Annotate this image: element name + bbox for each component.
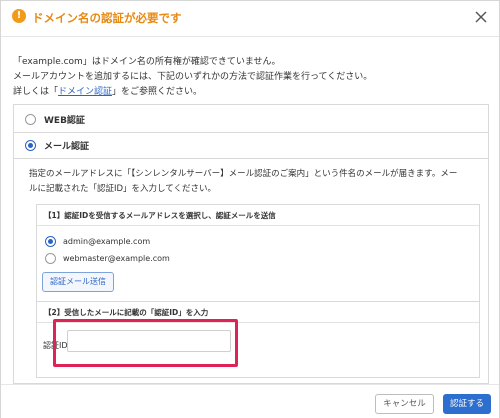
intro-line-2: メールアカウントを追加するには、下記のいずれかの方法で認証作業を行ってください。 [13,72,373,82]
mail-auth-label: メール認証 [44,142,90,152]
cancel-button[interactable]: キャンセル [375,394,434,414]
intro-line-3-suffix: 」をご参照ください。 [112,87,203,97]
web-auth-radio[interactable] [25,114,36,125]
web-auth-option: WEB認証 [13,104,489,133]
mail-auth-description-line-1: 指定のメールアドレスに「【シンレンタルサーバー】メール認証のご案内」という件名の… [29,169,458,179]
dialog-title: ドメイン名の認証が必要です [32,11,182,25]
address-radio-admin[interactable] [45,236,56,247]
mail-auth-option: メール認証 指定のメールアドレスに「【シンレンタルサーバー】メール認証のご案内」… [13,132,489,384]
mail-auth-radio-row[interactable]: メール認証 [14,133,488,159]
web-auth-radio-row[interactable]: WEB認証 [14,105,488,134]
auth-id-label: 認証ID [43,341,68,350]
mail-auth-description-line-2: ルに記載された「認証ID」を入力してください。 [29,184,217,194]
intro-text: 「example.com」はドメイン名の所有権が確認できていません。 メールアカ… [13,55,489,100]
intro-line-3: 詳しくは「ドメイン認証」をご参照ください。 [13,85,489,100]
close-button[interactable] [473,9,489,25]
address-option-webmaster[interactable]: webmaster@example.com [45,253,170,264]
mail-auth-radio[interactable] [25,140,36,151]
step1-heading: 【1】認証IDを受信するメールアドレスを選択し、認証メールを送信 [37,205,479,226]
web-auth-label: WEB認証 [44,116,85,126]
step2-panel: 【2】受信したメールに記載の「認証ID」を入力 認証ID [36,301,480,378]
auth-id-input[interactable] [67,330,231,352]
intro-line-3-prefix: 詳しくは「 [13,87,59,97]
address-label-webmaster: webmaster@example.com [63,254,170,263]
domain-auth-dialog: ! ドメイン名の認証が必要です 「example.com」はドメイン名の所有権が… [0,0,500,418]
intro-line-1: 「example.com」はドメイン名の所有権が確認できていません。 [13,57,281,67]
step1-panel: 【1】認証IDを受信するメールアドレスを選択し、認証メールを送信 admin@e… [36,204,480,302]
send-auth-mail-button[interactable]: 認証メール送信 [42,272,114,292]
address-label-admin: admin@example.com [63,237,151,246]
dialog-footer: キャンセル 認証する [1,384,499,418]
address-radio-webmaster[interactable] [45,253,56,264]
warning-icon: ! [12,9,26,23]
confirm-auth-button[interactable]: 認証する [443,394,491,414]
step2-heading: 【2】受信したメールに記載の「認証ID」を入力 [37,302,479,323]
address-option-admin[interactable]: admin@example.com [45,236,150,247]
close-icon [475,11,487,23]
mail-auth-description: 指定のメールアドレスに「【シンレンタルサーバー】メール認証のご案内」という件名の… [29,167,484,197]
domain-auth-link[interactable]: ドメイン認証 [58,87,112,97]
dialog-header: ! ドメイン名の認証が必要です [1,1,499,37]
